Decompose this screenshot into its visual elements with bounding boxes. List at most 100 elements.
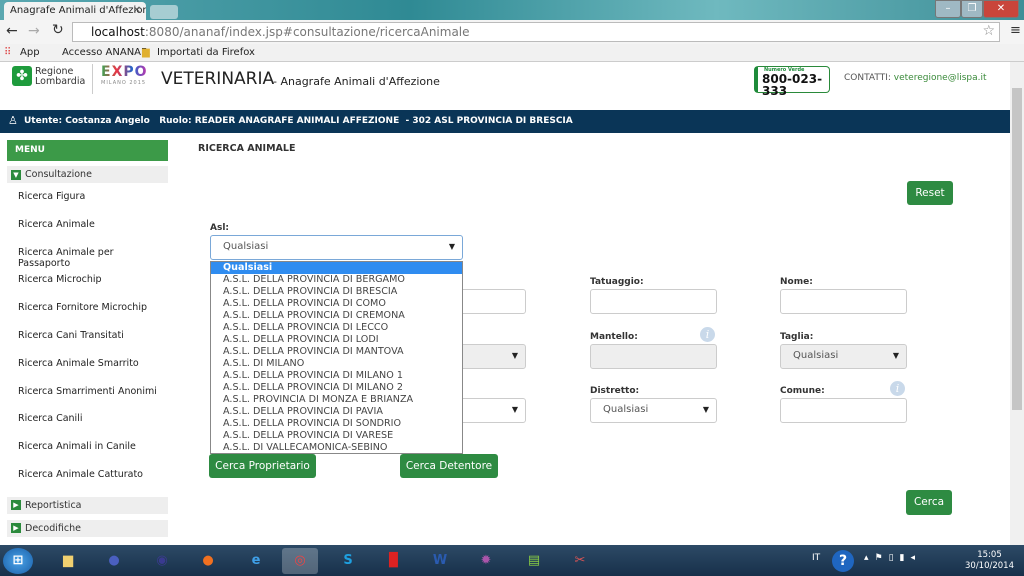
browser-tab[interactable]: Anagrafe Animali d'Affezione ✕ — [4, 2, 146, 20]
reload-icon[interactable]: ↻ — [52, 22, 64, 38]
asl-option[interactable]: A.S.L. DELLA PROVINCIA DI MANTOVA — [211, 346, 462, 358]
user-bar: ♙ Utente: Costanza Angelo Ruolo: READER A… — [0, 110, 1010, 133]
asl-option[interactable]: A.S.L. DELLA PROVINCIA DI BERGAMO — [211, 274, 462, 286]
minimize-button[interactable]: – — [935, 0, 961, 18]
url-host: localhost — [91, 25, 145, 39]
sidebar-item[interactable]: Ricerca Fornitore Microchip — [7, 294, 168, 322]
sidebar-section-consultazione[interactable]: ▼ Consultazione — [7, 166, 168, 183]
menu-icon[interactable]: ≡ — [1010, 23, 1021, 38]
expand-icon: ▶ — [11, 500, 21, 511]
apps-icon: ⠿ — [4, 47, 12, 58]
help-icon[interactable]: ? — [832, 550, 854, 572]
asl-option[interactable]: A.S.L. DI MILANO — [211, 358, 462, 370]
expo-logo: EXPO MILANO 2015 — [101, 64, 148, 86]
asl-option[interactable]: A.S.L. DELLA PROVINCIA DI CREMONA — [211, 310, 462, 322]
info-icon[interactable]: i — [890, 381, 905, 396]
sidebar-item[interactable]: Ricerca Smarrimenti Anonimi — [7, 378, 168, 406]
tab-title: Anagrafe Animali d'Affezione — [10, 5, 146, 16]
bookmark-app[interactable]: App — [20, 47, 40, 58]
reset-button[interactable]: Reset — [907, 181, 953, 205]
chevron-down-icon: ▼ — [511, 351, 518, 360]
comune-input[interactable] — [780, 398, 907, 423]
forward-icon[interactable]: → — [28, 23, 40, 39]
page-title: RICERCA ANIMALE — [198, 143, 296, 154]
app-subtitle: - Anagrafe Animali d'Affezione — [273, 75, 440, 88]
tray-icons[interactable]: ▴⚑▯▮◂ — [864, 553, 921, 563]
start-button[interactable]: ⊞ — [3, 548, 33, 574]
bookmark-accesso-ananaf[interactable]: Accesso ANANAF — [62, 47, 147, 58]
restore-button[interactable]: ❐ — [961, 0, 983, 18]
site-header — [0, 62, 1010, 110]
menu-header: MENU — [7, 140, 168, 161]
sidebar-item[interactable]: Ricerca Animali in Canile — [7, 433, 168, 461]
asl-option[interactable]: A.S.L. DELLA PROVINCIA DI PAVIA — [211, 406, 462, 418]
asl-dropdown-list[interactable]: Qualsiasi A.S.L. DELLA PROVINCIA DI BERGA… — [210, 261, 463, 454]
asl-option[interactable]: A.S.L. DELLA PROVINCIA DI SONDRIO — [211, 418, 462, 430]
asl-option[interactable]: A.S.L. DELLA PROVINCIA DI BRESCIA — [211, 286, 462, 298]
language-indicator[interactable]: IT — [812, 553, 820, 563]
tatuaggio-input[interactable] — [590, 289, 717, 314]
distretto-select[interactable]: Qualsiasi ▼ — [590, 398, 717, 423]
asl-option[interactable]: A.S.L. DELLA PROVINCIA DI LECCO — [211, 322, 462, 334]
jmeter-icon[interactable]: ✹ — [468, 548, 504, 574]
phone-badge: Numero Verde 800-023-333 — [754, 66, 830, 97]
regione-lombardia-logo: ✤ — [12, 66, 32, 86]
asl-option[interactable]: A.S.L. DELLA PROVINCIA DI MILANO 2 — [211, 382, 462, 394]
sidebar-item[interactable]: Ricerca Animale Smarrito — [7, 350, 168, 378]
cerca-button[interactable]: Cerca — [906, 490, 952, 515]
skype-icon[interactable]: S — [330, 548, 366, 574]
clock[interactable]: 15:05 30/10/2014 — [965, 550, 1014, 572]
eclipse-icon[interactable]: ● — [96, 548, 132, 574]
contacts-email-link[interactable]: veteregione@lispa.it — [894, 73, 987, 83]
bookmark-importati[interactable]: Importati da Firefox — [157, 47, 255, 58]
distretto-value: Qualsiasi — [603, 404, 649, 415]
info-icon[interactable]: i — [700, 327, 715, 342]
sidebar-section-reportistica[interactable]: ▶ Reportistica — [7, 496, 168, 514]
cerca-detentore-button[interactable]: Cerca Detentore — [400, 454, 498, 478]
close-tab-icon[interactable]: ✕ — [133, 5, 141, 16]
explorer-icon[interactable]: ▆ — [50, 548, 86, 574]
distretto-label: Distretto: — [590, 386, 640, 396]
cerca-proprietario-button[interactable]: Cerca Proprietario — [209, 454, 316, 478]
asl-option[interactable]: A.S.L. DELLA PROVINCIA DI VARESE — [211, 430, 462, 442]
asl-option[interactable]: A.S.L. PROVINCIA DI MONZA E BRIANZA — [211, 394, 462, 406]
asl-option[interactable]: Qualsiasi — [211, 262, 462, 274]
taglia-select[interactable]: Qualsiasi ▼ — [780, 344, 907, 369]
snipping-tool-icon[interactable]: ✂ — [562, 548, 598, 574]
taglia-label: Taglia: — [780, 332, 814, 342]
nome-label: Nome: — [780, 277, 813, 287]
chevron-down-icon: ▼ — [448, 242, 455, 251]
contacts: CONTATTI: veteregione@lispa.it — [844, 73, 987, 83]
asl-value: Qualsiasi — [223, 241, 269, 252]
tatuaggio-label: Tatuaggio: — [590, 277, 644, 287]
back-icon[interactable]: ← — [6, 23, 18, 39]
firefox-icon[interactable]: ● — [190, 548, 226, 574]
asl-option[interactable]: A.S.L. DELLA PROVINCIA DI LODI — [211, 334, 462, 346]
sidebar-item[interactable]: Ricerca Canili — [7, 405, 168, 433]
nome-input[interactable] — [780, 289, 907, 314]
url-path: :8080/ananaf/index.jsp#consultazione/ric… — [144, 25, 470, 39]
scrollbar-thumb[interactable] — [1012, 88, 1022, 410]
notepad-icon[interactable]: ▤ — [516, 548, 552, 574]
close-window-button[interactable]: ✕ — [983, 0, 1019, 18]
asl-option[interactable]: A.S.L. DI VALLECAMONICA-SEBINO — [211, 442, 462, 454]
sidebar-item[interactable]: Ricerca Figura — [7, 183, 168, 211]
new-tab-button[interactable] — [150, 5, 178, 19]
sidebar-section-decodifiche[interactable]: ▶ Decodifiche — [7, 519, 168, 537]
sidebar-item[interactable]: Ricerca Microchip — [7, 266, 168, 294]
chrome-icon[interactable]: ◎ — [282, 548, 318, 574]
mantello-label: Mantello: — [590, 332, 638, 342]
ie-icon[interactable]: e — [238, 548, 274, 574]
sidebar-item[interactable]: Ricerca Animale Catturato — [7, 461, 168, 489]
eclipse-2-icon[interactable]: ◉ — [144, 548, 180, 574]
sidebar-item[interactable]: Ricerca Cani Transitati — [7, 322, 168, 350]
asl-option[interactable]: A.S.L. DELLA PROVINCIA DI MILANO 1 — [211, 370, 462, 382]
word-icon[interactable]: W — [422, 548, 458, 574]
star-icon[interactable]: ☆ — [982, 23, 995, 39]
sidebar-item[interactable]: Ricerca Animale per Passaporto — [7, 239, 168, 269]
asl-option[interactable]: A.S.L. DELLA PROVINCIA DI COMO — [211, 298, 462, 310]
acrobat-icon[interactable]: ▉ — [376, 548, 412, 574]
url-input[interactable]: localhost:8080/ananaf/index.jsp#consulta… — [72, 22, 1000, 42]
sidebar-item[interactable]: Ricerca Animale — [7, 211, 168, 239]
asl-select[interactable]: Qualsiasi ▼ — [210, 235, 463, 260]
